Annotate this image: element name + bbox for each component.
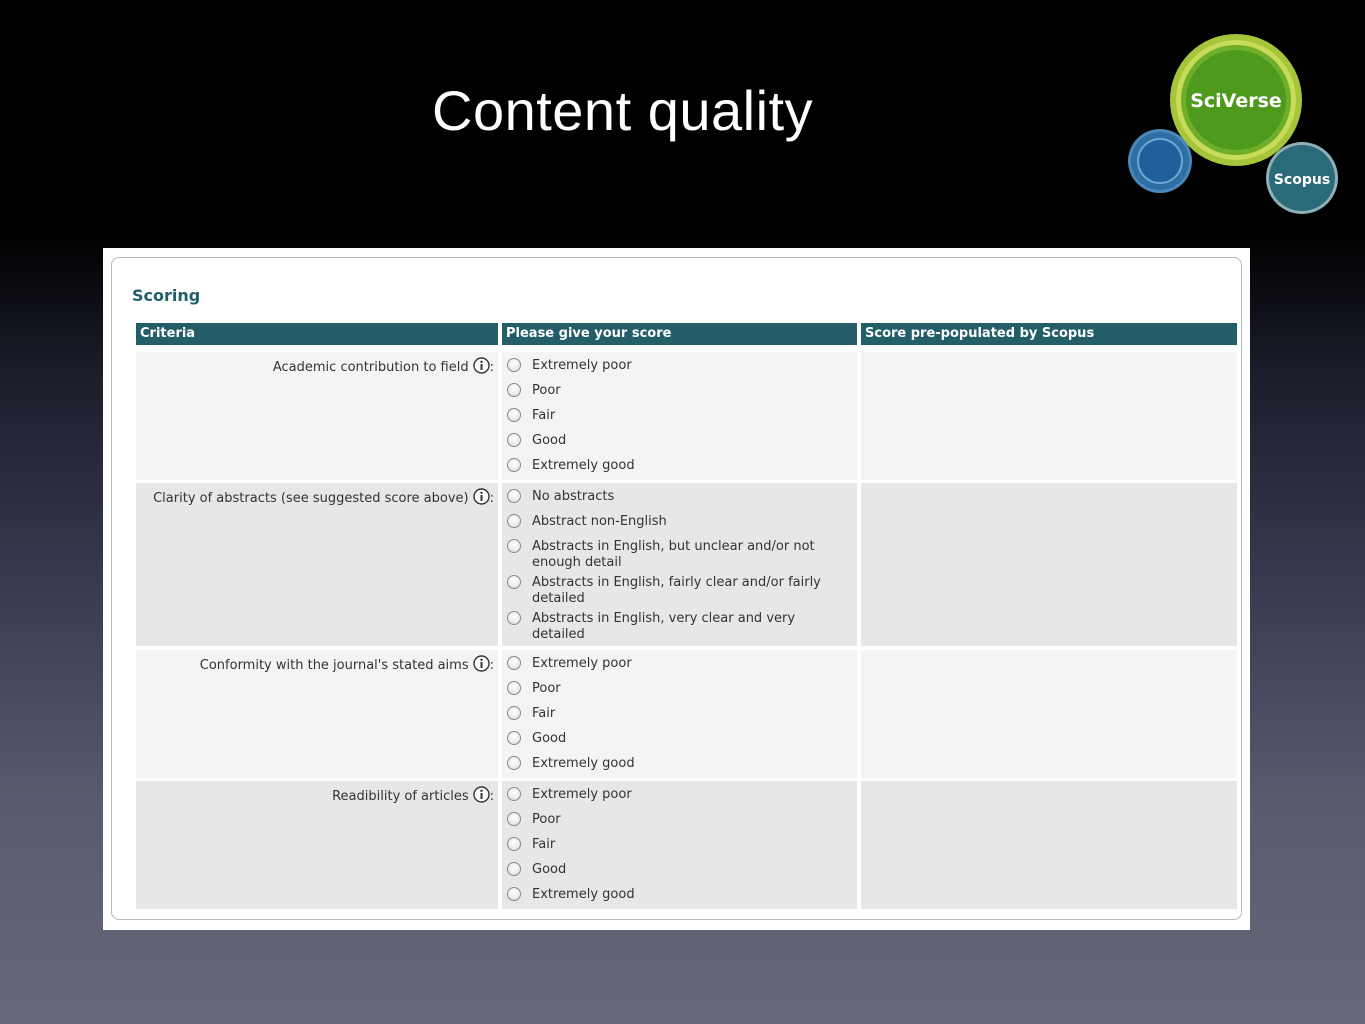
radio-button[interactable] [507,812,521,826]
score-option[interactable]: Fair [502,706,857,722]
score-option[interactable]: Extremely good [502,756,857,772]
option-label: Extremely poor [532,787,632,802]
option-label: Fair [532,706,556,721]
radio-button[interactable] [507,837,521,851]
criteria-cell: Conformity with the journal's stated aim… [136,650,498,778]
radio-button[interactable] [507,731,521,745]
radio-button[interactable] [507,787,521,801]
option-label: Extremely good [532,756,635,771]
option-label: Abstracts in English, fairly clear and/o… [532,575,821,606]
prepopulated-cell [861,650,1237,778]
radio-button[interactable] [507,656,521,670]
criteria-colon: : [489,491,494,506]
score-option[interactable]: Extremely good [502,887,857,903]
column-header-score: Please give your score [502,323,857,345]
info-icon[interactable] [472,488,490,509]
radio-button[interactable] [507,514,521,528]
section-heading: Scoring [132,286,201,305]
option-label: Abstracts in English, but unclear and/or… [532,539,815,570]
option-label: Poor [532,681,561,696]
criteria-label: Clarity of abstracts (see suggested scor… [153,491,469,506]
column-header-prepopulated: Score pre-populated by Scopus [861,323,1237,345]
criteria-colon: : [489,360,494,375]
criteria-label: Readibility of articles [332,789,469,804]
radio-button[interactable] [507,575,521,589]
info-icon[interactable] [472,786,490,807]
score-cell: No abstracts Abstract non-English Abstra… [502,483,857,646]
option-label: No abstracts [532,489,615,504]
table-row: Academic contribution to field: Extremel… [136,352,1237,480]
sciverse-logo-text: SciVerse [1190,90,1282,112]
option-label: Good [532,433,567,448]
score-cell: Extremely poor Poor Fair Good Extremely … [502,352,857,480]
scoring-panel: Scoring Criteria Please give your score … [111,257,1242,920]
score-option[interactable]: Extremely poor [502,787,857,803]
prepopulated-cell [861,781,1237,909]
score-cell: Extremely poor Poor Fair Good Extremely … [502,781,857,909]
radio-button[interactable] [507,458,521,472]
radio-button[interactable] [507,433,521,447]
option-label: Abstracts in English, very clear and ver… [532,611,796,642]
score-option[interactable]: Abstract non-English [502,514,857,530]
score-option[interactable]: Abstracts in English, but unclear and/or… [502,539,857,570]
radio-button[interactable] [507,358,521,372]
score-option[interactable]: Poor [502,681,857,697]
option-label: Extremely poor [532,358,632,373]
option-label: Good [532,862,567,877]
option-label: Extremely good [532,458,635,473]
option-label: Poor [532,383,561,398]
radio-button[interactable] [507,862,521,876]
option-label: Abstract non-English [532,514,667,529]
score-option[interactable]: Good [502,862,857,878]
score-option[interactable]: Fair [502,408,857,424]
radio-button[interactable] [507,681,521,695]
criteria-colon: : [489,658,494,673]
table-row: Clarity of abstracts (see suggested scor… [136,483,1237,646]
score-cell: Extremely poor Poor Fair Good Extremely … [502,650,857,778]
radio-button[interactable] [507,383,521,397]
criteria-colon: : [489,789,494,804]
score-option[interactable]: Good [502,731,857,747]
prepopulated-cell [861,352,1237,480]
scoring-screenshot: Scoring Criteria Please give your score … [103,248,1250,930]
radio-button[interactable] [507,539,521,553]
info-icon[interactable] [472,357,490,378]
radio-button[interactable] [507,408,521,422]
criteria-label: Conformity with the journal's stated aim… [199,658,469,673]
slide-title: Content quality [432,79,814,142]
score-option[interactable]: No abstracts [502,489,857,505]
criteria-cell: Academic contribution to field: [136,352,498,480]
option-label: Poor [532,812,561,827]
score-option[interactable]: Poor [502,383,857,399]
score-option[interactable]: Extremely poor [502,358,857,374]
info-icon[interactable] [472,655,490,676]
prepopulated-cell [861,483,1237,646]
option-label: Fair [532,408,556,423]
option-label: Extremely good [532,887,635,902]
radio-button[interactable] [507,887,521,901]
criteria-cell: Readibility of articles: [136,781,498,909]
radio-button[interactable] [507,706,521,720]
score-option[interactable]: Fair [502,837,857,853]
criteria-label: Academic contribution to field [272,360,469,375]
option-label: Good [532,731,567,746]
scopus-logo-text: Scopus [1274,172,1330,188]
option-label: Extremely poor [532,656,632,671]
radio-button[interactable] [507,611,521,625]
score-option[interactable]: Extremely good [502,458,857,474]
radio-button[interactable] [507,756,521,770]
score-option[interactable]: Extremely poor [502,656,857,672]
column-header-criteria: Criteria [136,323,498,345]
radio-button[interactable] [507,489,521,503]
score-option[interactable]: Abstracts in English, very clear and ver… [502,611,857,642]
table-row: Readibility of articles: Extremely poor … [136,781,1237,909]
criteria-cell: Clarity of abstracts (see suggested scor… [136,483,498,646]
score-option[interactable]: Poor [502,812,857,828]
option-label: Fair [532,837,556,852]
score-option[interactable]: Abstracts in English, fairly clear and/o… [502,575,857,606]
table-row: Conformity with the journal's stated aim… [136,650,1237,778]
sciverse-scopus-logo: SciVerse Scopus [1120,30,1350,220]
score-option[interactable]: Good [502,433,857,449]
